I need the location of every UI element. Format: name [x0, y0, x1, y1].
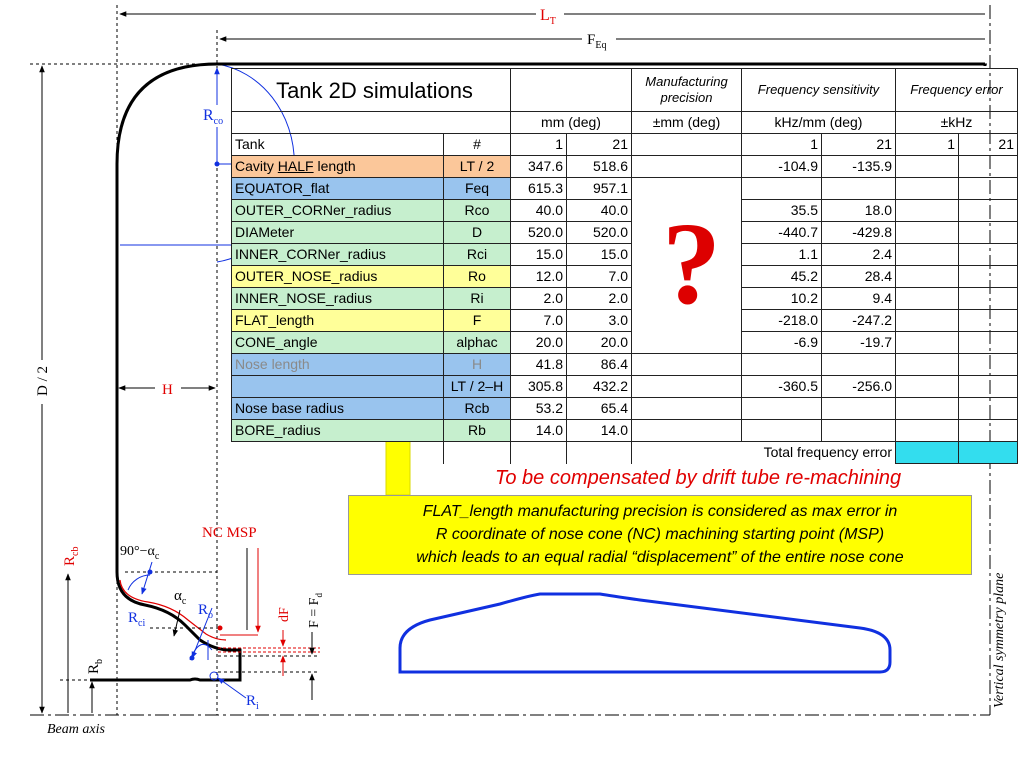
ninety-alpha-label-sub: c [155, 551, 160, 562]
units-pm-khz: ±kHz [895, 111, 1018, 134]
table-row: OUTER_NOSE_radius Ro 12.0 7.0 45.2 28.4 [231, 265, 1018, 288]
rci-label-sub: ci [138, 618, 145, 629]
table-title: Tank 2D simulations [231, 68, 511, 112]
table-row: Nose base radius Rcb 53.2 65.4 [231, 397, 1018, 420]
callout-line-1: FLAT_length manufacturing precision is c… [422, 503, 898, 520]
table-row: EQUATOR_flat Feq 615.3 957.1 [231, 177, 1018, 354]
svg-text:Rb: Rb [86, 659, 105, 674]
f-fd-label: F = F [307, 597, 322, 628]
vertical-symmetry-label: Vertical symmetry plane [992, 573, 1007, 708]
alpha-label-sub: c [182, 596, 187, 607]
callout-line-2: R coordinate of nose cone (NC) machining… [435, 526, 885, 543]
drift-tube-shape [398, 592, 892, 674]
table-row-cavity: Cavity HALF length LT / 2 347.6 518.6 -1… [231, 155, 1018, 178]
manufacturing-precision-header: Manufacturing precision [631, 68, 742, 112]
table-row: INNER_CORNer_radius Rci 15.0 15.0 1.1 2.… [231, 243, 1018, 266]
svg-text:F = Fd: F = Fd [307, 593, 324, 628]
callout-line-3: which leads to an equal radial “displace… [416, 549, 904, 566]
svg-text:Rcb: Rcb [62, 547, 81, 566]
beam-axis-label: Beam axis [47, 722, 105, 737]
units-mm: mm (deg) [510, 111, 632, 134]
lt-label: L [540, 7, 550, 24]
ninety-alpha-label: 90°−α [120, 544, 155, 559]
units-pm-mm: ±mm (deg) [631, 111, 742, 134]
simulation-table: Tank 2D simulations Manufacturing precis… [231, 68, 1018, 464]
table-row: OUTER_CORNer_radius Rco 40.0 40.0 35.5 1… [231, 199, 1018, 222]
frequency-sensitivity-header: Frequency sensitivity [741, 68, 896, 112]
ri-label: R [246, 693, 256, 709]
table-row: FLAT_length F 7.0 3.0 -218.0 -247.2 [231, 309, 1018, 332]
ri-label-sub: i [256, 701, 259, 712]
svg-text:Rci: Rci [128, 610, 145, 629]
total-frequency-error-label: Total frequency error [631, 441, 896, 464]
df-label: dF [277, 607, 292, 622]
table-row: BORE_radius Rb 14.0 14.0 [231, 419, 1018, 442]
flat-length-callout: FLAT_length manufacturing precision is c… [348, 495, 972, 575]
table-row: DIAMeter D 520.0 520.0 -440.7 -429.8 [231, 221, 1018, 244]
table-header-row-1: Tank 2D simulations Manufacturing precis… [231, 68, 1018, 112]
question-mark: ? [662, 198, 721, 329]
rco-label: R [203, 107, 214, 124]
svg-text:αc: αc [174, 588, 187, 607]
rb-label-sub: b [94, 659, 105, 664]
table-row: INNER_NOSE_radius Ri 2.0 2.0 10.2 9.4 [231, 287, 1018, 310]
table-row: LT / 2–H 305.8 432.2 -360.5 -256.0 [231, 375, 1018, 398]
rcb-label: R [62, 556, 78, 566]
units-khz-mm: kHz/mm (deg) [741, 111, 896, 134]
rco-label-sub: co [214, 116, 223, 127]
rci-label: R [128, 610, 138, 626]
nc-msp-label: NC MSP [202, 525, 257, 541]
tank-label: Tank [231, 133, 444, 156]
rcb-label-sub: cb [70, 547, 81, 556]
ro-label: R [198, 602, 208, 618]
compensation-note: To be compensated by drift tube re-machi… [495, 467, 902, 489]
rb-label: R [86, 664, 102, 674]
cavity-half-length-label: Cavity HALF length [231, 155, 444, 178]
table-units-row: mm (deg) ±mm (deg) kHz/mm (deg) ±kHz [231, 111, 1018, 134]
total-error-cell-1 [895, 441, 959, 464]
alpha-label: α [174, 588, 182, 604]
d2-label: D / 2 [35, 366, 51, 396]
h-label: H [162, 382, 173, 398]
frequency-error-header: Frequency error [895, 68, 1018, 112]
svg-text:90°−αc: 90°−αc [120, 544, 160, 562]
lt-label-sub: T [550, 16, 556, 27]
table-row-tank: Tank # 1 21 1 21 1 21 [231, 133, 1018, 156]
f-fd-label-sub: d [314, 593, 324, 598]
table-row-total: Total frequency error [231, 441, 1018, 464]
total-error-cell-2 [958, 441, 1018, 464]
table-row: CONE_angle alphac 20.0 20.0 -6.9 -19.7 [231, 331, 1018, 354]
feq-label: F [587, 32, 595, 48]
table-row: Nose length H 41.8 86.4 [231, 353, 1018, 376]
feq-label-sub: Eq [595, 40, 606, 51]
svg-text:Ri: Ri [246, 693, 259, 712]
